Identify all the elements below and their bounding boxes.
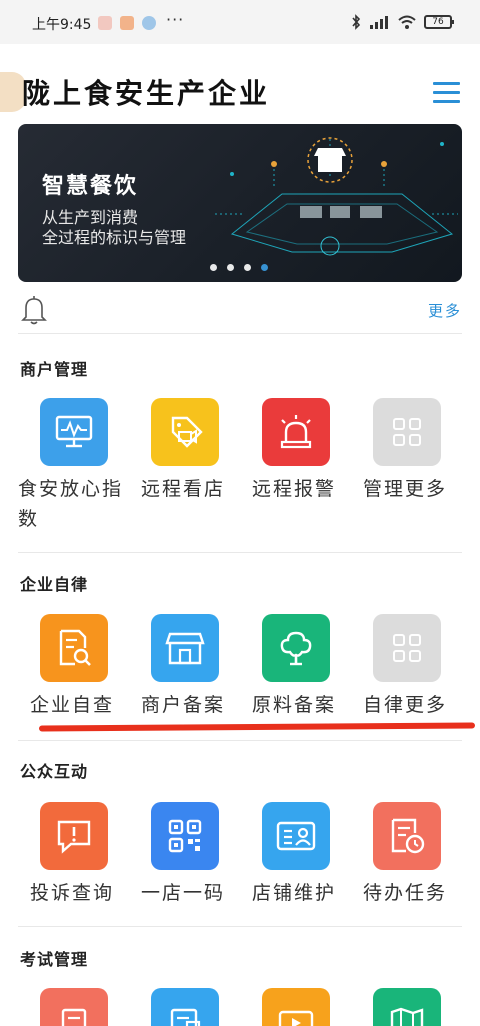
more-notifications-icon: ··· [166,10,185,29]
grid-item-label: 自律更多 [363,694,448,716]
bluetooth-icon [352,14,361,30]
section-title-exam-management: 考试管理 [20,950,89,969]
grid-item-label: 管理更多 [363,478,448,500]
grid-item-label: 店铺维护 [252,882,337,904]
notice-bar: 更多 [18,292,462,334]
grid-item-label: 投诉查询 [30,882,115,904]
page-title: 陇上食安生产企业 [22,77,271,110]
book-map-icon [373,988,441,1026]
grid-item-label: 数 [18,508,40,530]
grid-more-icon [373,614,441,682]
wifi-icon [398,15,416,29]
grid-item-label: 食安放心指 [18,478,124,500]
underline-annotation [38,722,476,732]
battery-icon: 76 [424,15,454,29]
notification-app-icon [142,16,156,30]
alarm-light-icon [262,398,330,466]
banner-title: 智慧餐饮 [42,174,139,199]
section-title-public-interaction: 公众互动 [20,762,89,781]
divider [18,552,462,553]
divider [18,740,462,741]
grid-item-label: 待办任务 [363,882,448,904]
carousel-dot[interactable] [227,264,234,271]
carousel-indicators [210,264,268,271]
exam-document-icon [40,988,108,1026]
grid-item-label: 远程看店 [141,478,226,500]
menu-icon[interactable] [433,82,460,104]
task-clock-icon [373,802,441,870]
grid-item-label: 原料备案 [252,694,337,716]
grid-item-label: 商户备案 [141,694,226,716]
tree-icon [262,614,330,682]
grid-item-label: 企业自查 [30,694,115,716]
status-bar: 上午9:45 ··· 76 [0,0,480,44]
notification-app-icon [98,16,112,30]
id-card-icon [262,802,330,870]
status-time: 上午9:45 [32,17,92,33]
message-alert-icon [40,802,108,870]
app-header: 陇上食安生产企业 [0,44,480,120]
notice-more-link[interactable]: 更多 [428,300,462,321]
section-title-merchant-management: 商户管理 [20,360,89,379]
document-search-icon [40,614,108,682]
video-play-icon [262,988,330,1026]
signal-icon [370,16,388,29]
grid-item-label: 一店一码 [141,882,226,904]
qr-code-icon [151,802,219,870]
grid-more-icon [373,398,441,466]
banner-carousel[interactable]: 智慧餐饮 从生产到消费 全过程的标识与管理 [18,124,462,282]
exam-list-icon [151,988,219,1026]
carousel-dot[interactable] [244,264,251,271]
smart-restaurant-illustration [212,137,458,256]
carousel-dot[interactable] [210,264,217,271]
monitor-chart-icon [40,398,108,466]
section-title-enterprise-self-discipline: 企业自律 [20,575,89,594]
carousel-dot-active[interactable] [261,264,268,271]
banner-subtitle: 全过程的标识与管理 [42,228,187,247]
divider [18,926,462,927]
tag-video-icon [151,398,219,466]
grid-item-label: 远程报警 [252,478,337,500]
storefront-icon [151,614,219,682]
notification-app-icon [120,16,134,30]
bell-icon[interactable] [20,295,48,325]
